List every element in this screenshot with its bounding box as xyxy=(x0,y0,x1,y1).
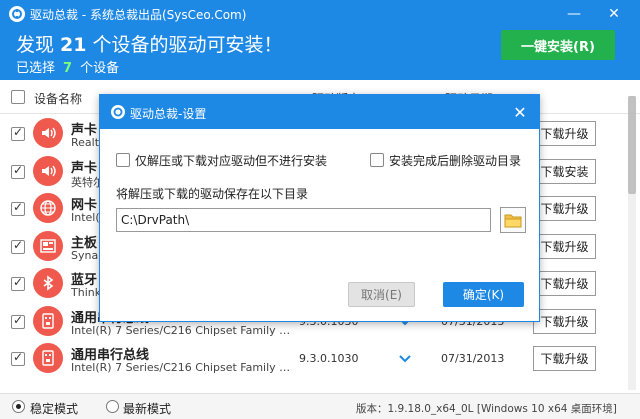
device-description: Intel(R) 7 Series/C216 Chipset Family US… xyxy=(71,361,297,374)
header-bar: 驱动总裁 - 系统总裁出品(SysCeo.Com) — ✕ 发现 21 个设备的驱动… xyxy=(0,0,640,80)
option-no-install-label[interactable]: 仅解压或下载对应驱动但不进行安装 xyxy=(135,152,327,169)
headline-suffix: 个设备的驱动可安装！ xyxy=(92,34,283,56)
browse-folder-button[interactable] xyxy=(500,207,526,233)
close-icon[interactable]: ✕ xyxy=(600,0,628,28)
device-checkbox[interactable] xyxy=(11,238,25,254)
mode-stable-radio[interactable] xyxy=(12,400,25,413)
select-all-checkbox[interactable] xyxy=(11,90,25,104)
settings-dialog: 驱动总裁-设置 ✕ 仅解压或下载对应驱动但不进行安装 安装完成后删除驱动目录 将… xyxy=(99,94,540,322)
driver-action-button[interactable]: 下载升级 xyxy=(533,121,596,146)
device-checkbox[interactable] xyxy=(11,163,25,179)
window-title: 驱动总裁 - 系统总裁出品(SysCeo.Com) xyxy=(30,8,247,22)
install-all-button[interactable]: 一键安装(R) xyxy=(501,30,615,60)
headline-prefix: 发现 xyxy=(16,34,55,56)
folder-icon xyxy=(504,214,522,227)
dialog-title-bar: 驱动总裁-设置 ✕ xyxy=(100,95,539,129)
device-description: Intel(R) 7 Series/C216 Chipset Family US… xyxy=(71,323,297,337)
driver-version: 9.3.0.1030 xyxy=(299,352,359,365)
version-dropdown[interactable] xyxy=(398,352,412,366)
dialog-close-icon[interactable]: ✕ xyxy=(508,100,532,124)
path-label: 将解压或下载的驱动保存在以下目录 xyxy=(116,187,309,201)
status-footer: 稳定模式 最新模式 版本：1.9.18.0_x64_0L [Windows 10… xyxy=(0,393,640,419)
mode-latest-label[interactable]: 最新模式 xyxy=(123,400,171,417)
device-checkbox[interactable] xyxy=(11,275,25,291)
selected-suffix: 个设备 xyxy=(80,61,120,76)
device-checkbox[interactable] xyxy=(11,313,25,329)
device-checkbox[interactable] xyxy=(11,125,25,141)
mode-latest-radio[interactable] xyxy=(106,400,119,413)
scrollbar[interactable] xyxy=(628,96,636,390)
driver-action-button[interactable]: 下载安装 xyxy=(533,158,596,184)
usb-icon xyxy=(33,305,63,336)
path-input[interactable] xyxy=(116,208,491,232)
found-headline: 发现 21 个设备的驱动可安装！ xyxy=(16,30,282,57)
column-device-name: 设备名称 xyxy=(34,92,83,106)
driver-action-button[interactable]: 下载升级 xyxy=(533,271,596,296)
driver-action-button[interactable]: 下载升级 xyxy=(533,196,596,221)
option-delete-after-checkbox[interactable] xyxy=(370,153,384,167)
version-text: 版本：1.9.18.0_x64_0L [Windows 10 x64 桌面环境] xyxy=(356,403,617,415)
usb-icon xyxy=(33,343,63,373)
bluetooth-icon xyxy=(33,268,63,298)
device-checkbox[interactable] xyxy=(11,200,25,216)
mode-stable-label[interactable]: 稳定模式 xyxy=(30,400,78,417)
speaker-icon xyxy=(33,118,63,148)
driver-date: 07/31/2013 xyxy=(441,352,505,365)
device-row[interactable]: 通用串行总线Intel(R) 7 Series/C216 Chipset Fam… xyxy=(0,340,628,378)
option-delete-after-label[interactable]: 安装完成后删除驱动目录 xyxy=(389,152,521,169)
option-no-install-checkbox[interactable] xyxy=(116,153,130,167)
chevron-down-icon[interactable] xyxy=(398,352,412,366)
found-count: 21 xyxy=(60,34,87,56)
driver-action-button[interactable]: 下载升级 xyxy=(533,346,596,371)
minimize-icon[interactable]: — xyxy=(560,0,588,28)
scrollbar-thumb[interactable] xyxy=(628,96,636,194)
selected-count: 7 xyxy=(63,61,73,76)
driver-action-button[interactable]: 下载升级 xyxy=(533,233,596,259)
selected-summary: 已选择 7 个设备 xyxy=(16,57,119,76)
speaker-icon xyxy=(33,155,63,186)
app-logo-icon xyxy=(9,6,25,22)
dialog-title: 驱动总裁-设置 xyxy=(130,107,207,121)
globe-icon xyxy=(33,193,63,223)
title-bar: 驱动总裁 - 系统总裁出品(SysCeo.Com) — ✕ xyxy=(0,0,640,28)
ok-button[interactable]: 确定(K) xyxy=(443,282,524,307)
motherboard-icon xyxy=(33,230,63,261)
app-logo-icon xyxy=(111,105,125,119)
selected-prefix: 已选择 xyxy=(16,61,56,76)
device-checkbox[interactable] xyxy=(11,350,25,366)
cancel-button[interactable]: 取消(E) xyxy=(348,282,415,307)
driver-action-button[interactable]: 下载升级 xyxy=(533,308,596,334)
